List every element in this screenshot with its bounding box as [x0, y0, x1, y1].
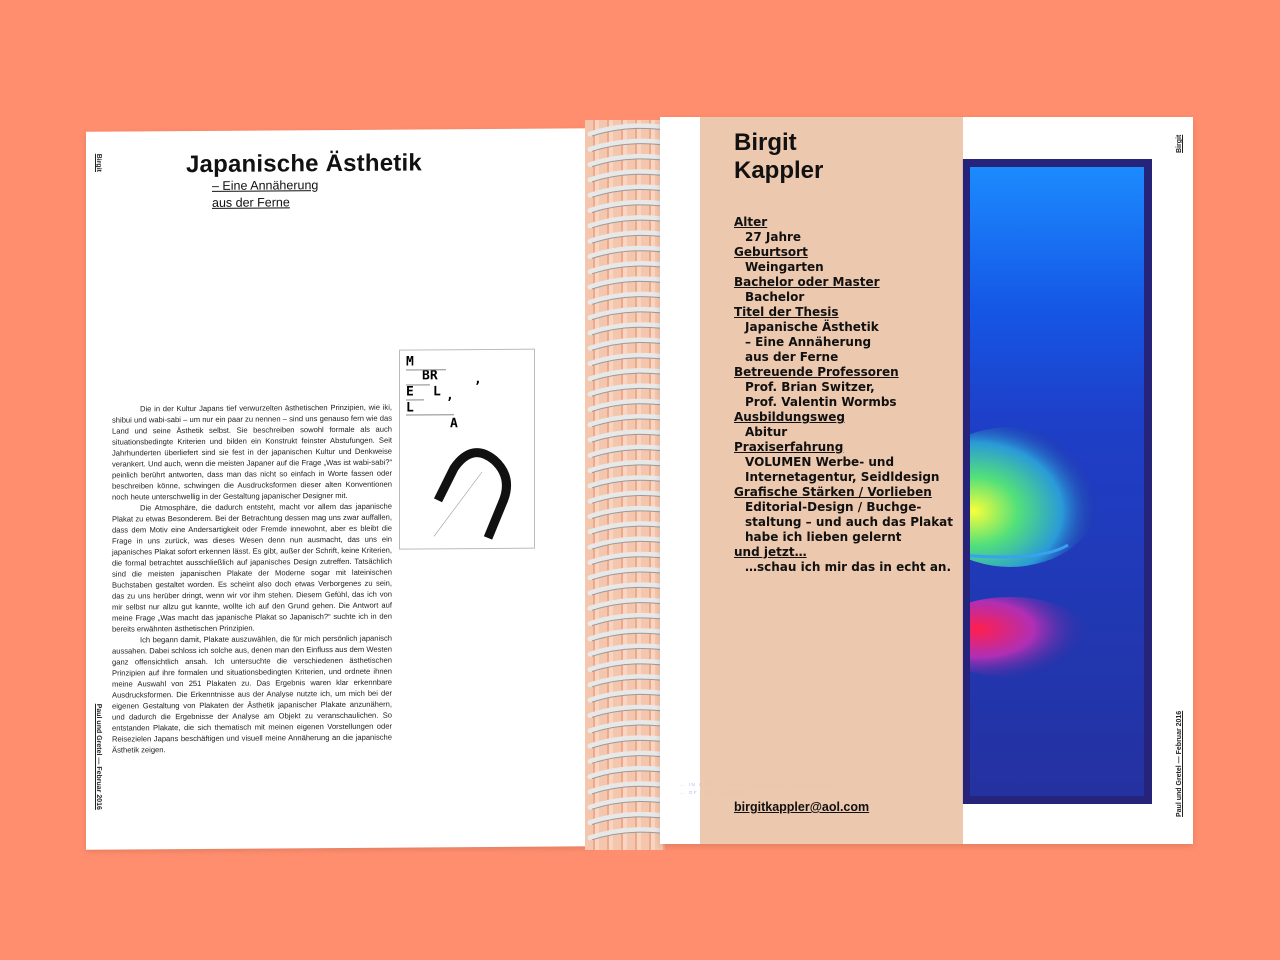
fact-value: VOLUMEN Werbe- und	[745, 455, 895, 469]
footer-left: Paul und Gretel — Februar 2016	[95, 703, 102, 810]
fact-label: Grafische Stärken / Vorlieben	[734, 485, 932, 499]
fact-value: Prof. Valentin Wormbs	[745, 395, 897, 409]
fact-value: Prof. Brian Switzer,	[745, 380, 875, 394]
fact-value: Weingarten	[745, 260, 824, 274]
poster-letter: ,	[446, 388, 454, 404]
fact-label: Geburtsort	[734, 245, 808, 259]
first-name: Birgit	[734, 129, 797, 156]
glowing-jellyfish-shape-icon	[970, 427, 1100, 677]
fact-label: Betreuende Professoren	[734, 365, 899, 379]
running-head-left: Birgit	[95, 153, 102, 172]
fact-label: Praxiserfahrung	[734, 440, 844, 454]
fact-value: Editorial-Design / Buchge-	[745, 500, 922, 514]
profile-facts: Alter 27 Jahre Geburtsort Weingarten Bachelo…	[734, 215, 953, 575]
paragraph: Die Atmosphäre, die dadurch entsteht, ma…	[112, 501, 392, 634]
fact-value: Japanische Ästhetik	[745, 320, 879, 334]
fact-value: habe ich lieben gelernt	[745, 530, 902, 544]
fact-label: Alter	[734, 215, 768, 229]
paragraph: Die in der Kultur Japans tief verwurzelt…	[112, 402, 392, 502]
fact-value: – Eine Annäherung	[745, 335, 872, 349]
fact-label: Ausbildungsweg	[734, 410, 846, 424]
mini-poster-image: M BR , E L , L A	[399, 348, 535, 550]
fact-value: Abitur	[745, 425, 788, 439]
fact-value: …schau ich mir das in echt an.	[745, 560, 952, 574]
essay-title: Japanische Ästhetik	[186, 149, 422, 179]
poster-letter: L	[433, 384, 441, 400]
last-name: Kappler	[734, 157, 824, 184]
poster-letter: E	[406, 384, 414, 400]
poster-letter: ,	[474, 372, 482, 388]
fact-value: aus der Ferne	[745, 350, 839, 364]
fact-value: 27 Jahre	[745, 230, 802, 244]
poster-letter: BR	[422, 368, 438, 384]
poster-letter: L	[406, 400, 414, 416]
essay-subtitle-1: – Eine Annäherung	[212, 178, 319, 193]
horseshoe-shape-icon	[433, 448, 511, 540]
left-page: Birgit Paul und Gretel — Februar 2016 Ja…	[86, 128, 594, 850]
fact-value: staltung – und auch das Plakat	[745, 515, 954, 529]
fact-value: Internetagentur, Seidldesign	[745, 470, 940, 484]
footer-right: Paul und Gretel — Februar 2016	[1176, 710, 1183, 817]
essay-body: Die in der Kultur Japans tief verwurzelt…	[112, 402, 392, 756]
paragraph: Ich begann damit, Plakate auszuwählen, d…	[112, 633, 392, 755]
fact-label: Bachelor oder Master	[734, 275, 880, 289]
poster-letter: M	[406, 354, 414, 370]
fact-label: Titel der Thesis	[734, 305, 839, 319]
fact-label: und jetzt…	[734, 545, 807, 559]
profile-overlay: Birgit Kappler Alter 27 Jahre Geburtsort We…	[700, 117, 963, 844]
email-link[interactable]: birgitkappler@aol.com	[734, 800, 869, 814]
poster-image	[962, 159, 1152, 804]
person-name: Birgit Kappler	[734, 129, 823, 185]
essay-subtitle-2: aus der Ferne	[212, 195, 290, 210]
fact-value: Bachelor	[745, 290, 805, 304]
running-head-right: Birgit	[1176, 134, 1183, 153]
poster-letter: A	[450, 416, 458, 432]
